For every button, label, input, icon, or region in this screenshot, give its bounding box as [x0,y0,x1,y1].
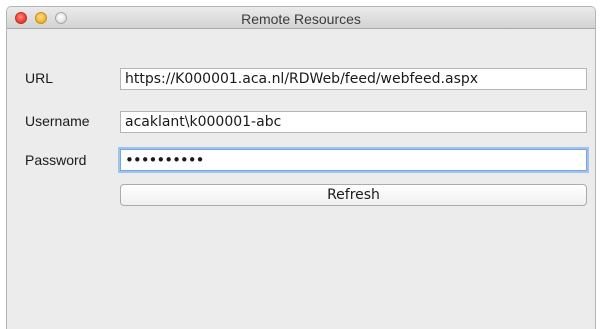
url-label: URL [25,70,54,86]
window-title: Remote Resources [241,11,361,27]
password-field[interactable]: •••••••••• [120,149,587,171]
url-field[interactable]: https://K000001.aca.nl/RDWeb/feed/webfee… [120,68,587,90]
refresh-button[interactable]: Refresh [120,184,587,206]
username-label: Username [25,113,90,129]
password-label: Password [25,152,87,168]
title-bar[interactable]: Remote Resources [7,7,595,29]
remote-resources-window: Remote Resources URL https://K000001.aca… [6,6,596,329]
username-field[interactable]: acaklant\k000001-abc [120,111,587,133]
